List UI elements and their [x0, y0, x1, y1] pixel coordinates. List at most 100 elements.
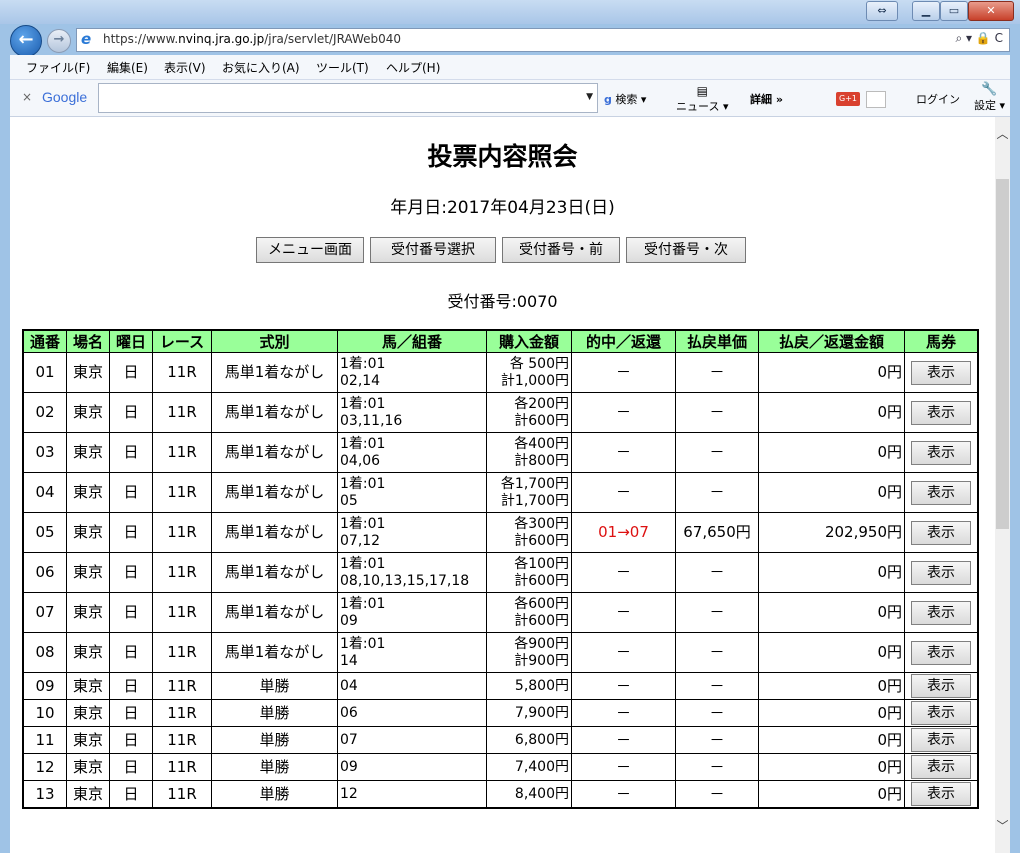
- cell-day: 日: [109, 726, 153, 754]
- address-bar[interactable]: e https://www.nvinq.jra.go.jp/jra/servle…: [76, 28, 1010, 52]
- cell-place: 東京: [66, 472, 110, 513]
- details-button[interactable]: 詳細 »: [750, 91, 783, 107]
- ie-logo-icon: e: [81, 30, 92, 48]
- search-button[interactable]: g 検索 ▾: [604, 91, 646, 107]
- cell-unit-payout: －: [675, 352, 759, 393]
- news-button[interactable]: ▤ ニュース ▾: [676, 84, 728, 114]
- window-frame-right: [1010, 55, 1020, 853]
- gplus-count-box: [866, 91, 886, 108]
- show-ticket-button[interactable]: 表示: [911, 674, 971, 698]
- amount-total: 計1,700円: [500, 492, 569, 509]
- date-line: 年月日:2017年04月23日(日): [390, 198, 615, 218]
- col-header: 払戻単価: [675, 329, 759, 353]
- cell-day: 日: [109, 512, 153, 553]
- gplus-icon[interactable]: G+1: [836, 92, 860, 106]
- cell-payout-amount: 0円: [758, 699, 905, 727]
- cell-place: 東京: [66, 780, 110, 809]
- cell-combination: 1着:01 09: [337, 592, 487, 633]
- minimize-button[interactable]: ▁: [912, 1, 940, 21]
- cell-unit-payout: －: [675, 780, 759, 809]
- table-row: 09 東京日 11R 単勝 04 5,800円－－ 0円 表示: [22, 672, 979, 700]
- cell-hit: －: [571, 592, 676, 633]
- show-ticket-button[interactable]: 表示: [911, 400, 971, 425]
- url-text[interactable]: https://www.nvinq.jra.go.jp/jra/servlet/…: [103, 32, 401, 46]
- cell-amount: 各900円 計900円: [486, 632, 572, 673]
- table-row: 10 東京日 11R 単勝 06 7,900円－－ 0円 表示: [22, 699, 979, 727]
- forward-button[interactable]: →: [47, 29, 71, 53]
- show-ticket-button[interactable]: 表示: [911, 520, 971, 545]
- show-ticket-button[interactable]: 表示: [911, 782, 971, 806]
- cell-serial: 12: [22, 753, 67, 781]
- menu-edit[interactable]: 編集(E): [107, 59, 148, 76]
- show-ticket-button[interactable]: 表示: [911, 640, 971, 665]
- cell-combination: 1着:01 05: [337, 472, 487, 513]
- cell-race: 11R: [152, 726, 212, 754]
- col-header: 通番: [22, 329, 67, 353]
- menu-help[interactable]: ヘルプ(H): [386, 59, 440, 76]
- dropdown-arrow-icon[interactable]: ▼: [586, 92, 593, 102]
- scrollbar-thumb[interactable]: [996, 179, 1009, 529]
- menu-file[interactable]: ファイル(F): [26, 59, 90, 76]
- amount-total: 7,900円: [514, 704, 569, 721]
- combo-line-1: 04: [340, 677, 358, 694]
- show-ticket-button[interactable]: 表示: [911, 440, 971, 465]
- cell-payout-amount: 0円: [758, 672, 905, 700]
- cell-unit-payout: －: [675, 672, 759, 700]
- cell-ticket: 表示: [904, 672, 979, 700]
- maximize-button[interactable]: ▭: [940, 1, 968, 21]
- cell-place: 東京: [66, 512, 110, 553]
- scroll-up-icon[interactable]: ︿: [995, 125, 1010, 142]
- ticket-next-button[interactable]: 受付番号・次: [626, 237, 746, 263]
- cell-bet-type: 単勝: [211, 780, 338, 809]
- close-button[interactable]: ✕: [968, 1, 1014, 21]
- cell-race: 11R: [152, 352, 212, 393]
- cell-day: 日: [109, 632, 153, 673]
- combo-line-2: 03,11,16: [340, 412, 403, 429]
- cell-hit: －: [571, 352, 676, 393]
- cell-ticket: 表示: [904, 512, 979, 553]
- settings-button[interactable]: 🔧 設定 ▾: [974, 82, 1005, 113]
- back-button[interactable]: ←: [10, 25, 42, 57]
- cell-payout-amount: 0円: [758, 352, 905, 393]
- combo-line-2: 02,14: [340, 372, 381, 389]
- col-header: 払戻／返還金額: [758, 329, 905, 353]
- google-search-input[interactable]: ▼: [98, 83, 598, 113]
- show-ticket-button[interactable]: 表示: [911, 728, 971, 752]
- cell-amount: 7,900円: [486, 699, 572, 727]
- combo-line-2: 08,10,13,15,17,18: [340, 572, 470, 589]
- toolbar-close-icon[interactable]: ×: [22, 90, 32, 104]
- cell-day: 日: [109, 592, 153, 633]
- table-row: 02 東京日 11R 馬単1着ながし 1着:01 03,11,16 各200円 計600円－－…: [22, 392, 979, 433]
- show-ticket-button[interactable]: 表示: [911, 600, 971, 625]
- cell-bet-type: 単勝: [211, 672, 338, 700]
- vertical-scrollbar[interactable]: ︿ ﹀: [995, 117, 1010, 853]
- show-ticket-button[interactable]: 表示: [911, 701, 971, 725]
- ticket-prev-button[interactable]: 受付番号・前: [502, 237, 620, 263]
- cell-hit: －: [571, 699, 676, 727]
- scroll-down-icon[interactable]: ﹀: [995, 817, 1010, 834]
- show-ticket-button[interactable]: 表示: [911, 560, 971, 585]
- menu-favorites[interactable]: お気に入り(A): [222, 59, 300, 76]
- menu-screen-button[interactable]: メニュー画面: [256, 237, 364, 263]
- cell-combination: 04: [337, 672, 487, 700]
- title-bar: ⇔ ▁ ▭ ✕: [0, 0, 1020, 24]
- combo-line-2: 09: [340, 612, 358, 629]
- restore-arrows-button[interactable]: ⇔: [866, 1, 898, 21]
- cell-place: 東京: [66, 552, 110, 593]
- col-header: レース: [152, 329, 212, 353]
- show-ticket-button[interactable]: 表示: [911, 755, 971, 779]
- menu-tools[interactable]: ツール(T): [316, 59, 369, 76]
- col-header: 曜日: [109, 329, 153, 353]
- show-ticket-button[interactable]: 表示: [911, 360, 971, 385]
- login-button[interactable]: ログイン: [916, 91, 960, 107]
- combo-line-1: 07: [340, 731, 358, 748]
- menu-view[interactable]: 表示(V): [164, 59, 206, 76]
- address-tools[interactable]: ⌕ ▾ 🔒 C: [955, 31, 1003, 46]
- table-row: 12 東京日 11R 単勝 09 7,400円－－ 0円 表示: [22, 753, 979, 781]
- cell-serial: 13: [22, 780, 67, 809]
- cell-combination: 1着:01 14: [337, 632, 487, 673]
- cell-unit-payout: －: [675, 592, 759, 633]
- ticket-select-button[interactable]: 受付番号選択: [370, 237, 496, 263]
- cell-payout-amount: 0円: [758, 392, 905, 433]
- show-ticket-button[interactable]: 表示: [911, 480, 971, 505]
